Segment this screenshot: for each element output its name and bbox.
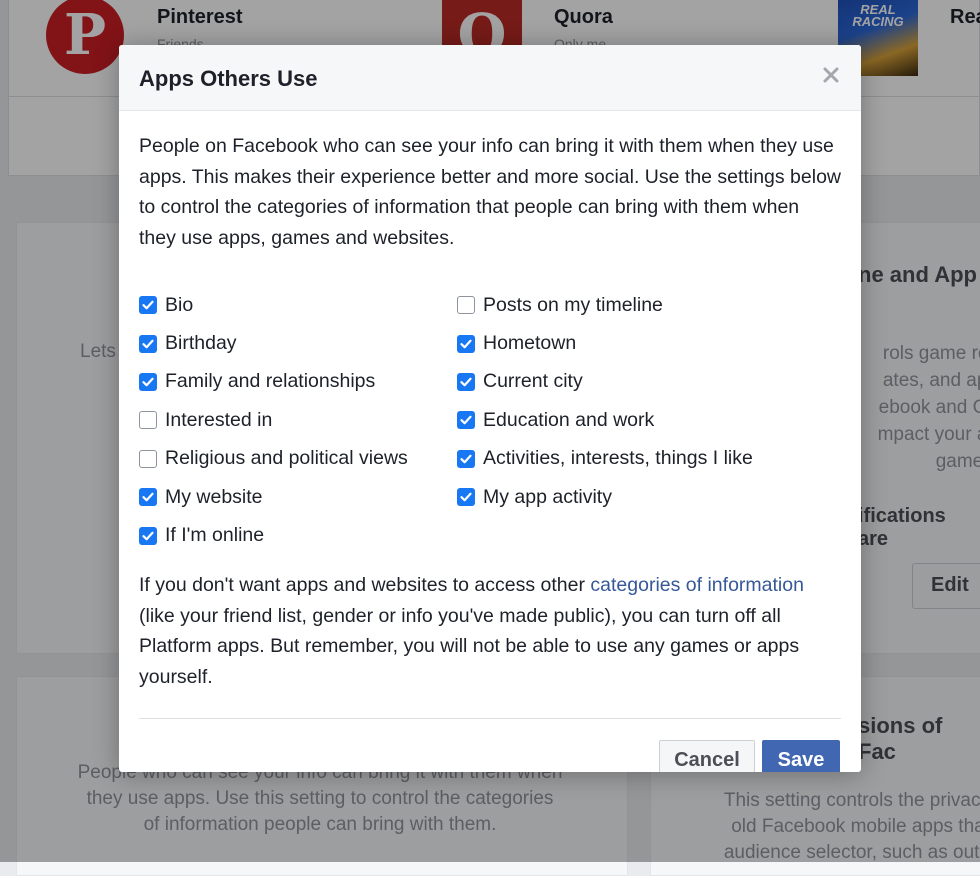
checkbox-label: My app activity (483, 485, 612, 508)
checkbox-label: Posts on my timeline (483, 293, 663, 316)
checkbox-option[interactable]: If I'm online (139, 516, 408, 554)
checkbox-option[interactable]: Bio (139, 286, 408, 324)
info-categories: Bio Birthday Family and relationships Inter… (139, 286, 841, 556)
checkbox-checked[interactable] (457, 372, 475, 391)
checkbox-option[interactable]: Family and relationships (139, 363, 408, 401)
checkbox-checked[interactable] (139, 372, 157, 391)
options-right-column: Posts on my timeline Hometown Current city… (457, 286, 753, 516)
save-button[interactable]: Save (762, 740, 840, 772)
checkbox-option[interactable]: Education and work (457, 401, 753, 439)
apps-others-use-dialog: Apps Others Use People on Facebook who c… (119, 45, 861, 772)
checkbox-label: My website (165, 485, 263, 508)
checkbox-label: Current city (483, 370, 583, 393)
checkbox-checked[interactable] (457, 411, 475, 430)
dialog-header: Apps Others Use (119, 45, 861, 111)
checkbox-label: Education and work (483, 408, 655, 431)
options-left-column: Bio Birthday Family and relationships Inter… (139, 286, 408, 555)
checkbox-label: Hometown (483, 332, 577, 355)
checkbox-checked[interactable] (457, 488, 475, 507)
checkbox-label: Interested in (165, 408, 273, 431)
checkbox-label: Birthday (165, 332, 237, 355)
checkbox-option[interactable]: Birthday (139, 324, 408, 362)
checkbox-label: Activities, interests, things I like (483, 447, 753, 470)
checkbox-option[interactable]: Current city (457, 363, 753, 401)
close-icon[interactable] (819, 63, 843, 87)
checkbox-option[interactable]: Posts on my timeline (457, 286, 753, 324)
checkbox-option[interactable]: Activities, interests, things I like (457, 440, 753, 478)
checkbox-label: Family and relationships (165, 370, 376, 393)
checkbox-option[interactable]: Religious and political views (139, 440, 408, 478)
checkbox-label: If I'm online (165, 524, 265, 547)
checkbox-option[interactable]: Hometown (457, 324, 753, 362)
checkbox-checked[interactable] (139, 488, 157, 507)
dialog-body: People on Facebook who can see your info… (119, 111, 861, 692)
checkbox-option[interactable]: My app activity (457, 478, 753, 516)
checkbox-label: Religious and political views (165, 447, 408, 470)
intro-text: People on Facebook who can see your info… (139, 135, 841, 249)
checkbox-option[interactable]: Interested in (139, 401, 408, 439)
checkbox-checked[interactable] (139, 296, 157, 315)
checkbox-unchecked[interactable] (139, 411, 157, 430)
checkbox-checked[interactable] (457, 334, 475, 353)
checkbox-checked[interactable] (139, 526, 157, 545)
dialog-title: Apps Others Use (139, 66, 318, 91)
checkbox-checked[interactable] (457, 449, 475, 468)
checkbox-option[interactable]: My website (139, 478, 408, 516)
footer-text: If you don't want apps and websites to a… (139, 574, 804, 688)
categories-of-information-link[interactable]: categories of information (590, 574, 804, 596)
checkbox-unchecked[interactable] (457, 296, 475, 315)
checkbox-unchecked[interactable] (139, 449, 157, 468)
cancel-button[interactable]: Cancel (659, 740, 755, 772)
checkbox-label: Bio (165, 293, 194, 316)
footer-divider (139, 718, 841, 719)
checkbox-checked[interactable] (139, 334, 157, 353)
